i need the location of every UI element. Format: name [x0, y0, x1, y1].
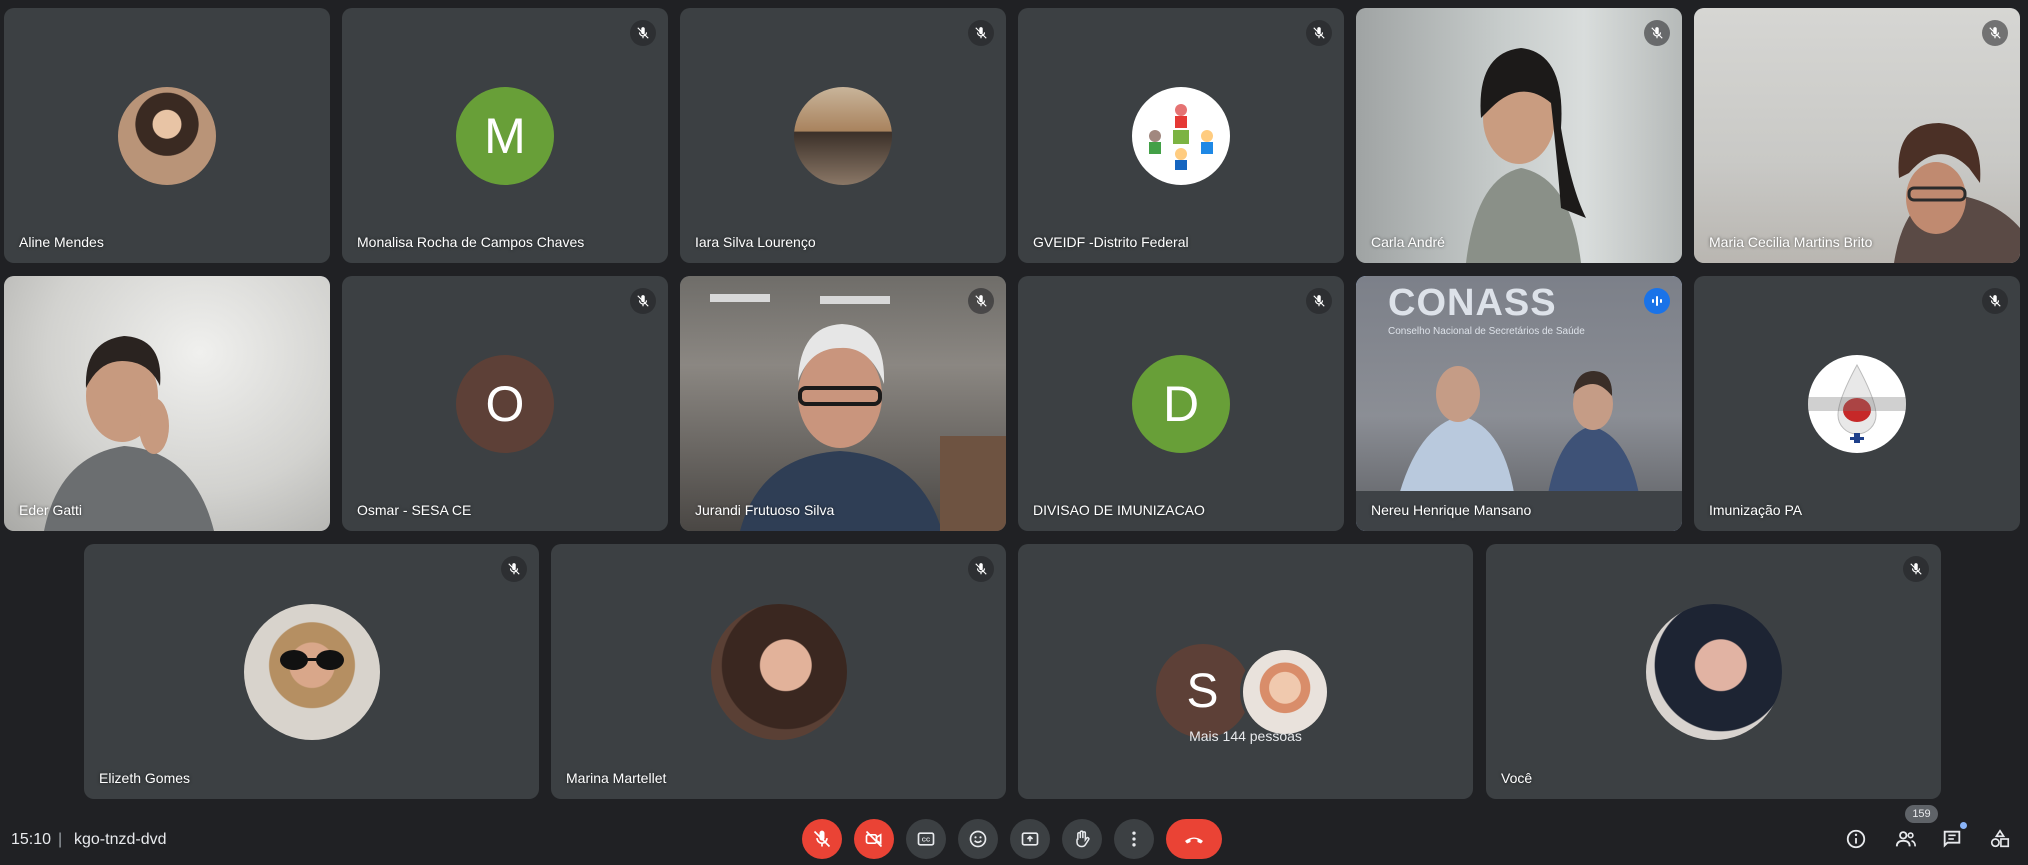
toggle-mic-button[interactable]	[802, 819, 842, 859]
participant-avatar	[794, 86, 892, 185]
present-screen-button[interactable]	[1010, 819, 1050, 859]
participant-video-tile[interactable]: Jurandi Frutuoso Silva	[680, 276, 1006, 531]
hand-icon	[1076, 830, 1090, 848]
mic-off-icon	[1306, 288, 1332, 314]
participant-name: Você	[1501, 770, 1533, 786]
participant-video-tile[interactable]: Carla André	[1356, 8, 1682, 263]
participant-avatar-letter: M	[456, 86, 554, 185]
self-avatar	[1645, 603, 1782, 740]
gveidf-logo	[1132, 86, 1230, 185]
more-participants-label: Mais 144 pessoas	[1189, 728, 1302, 744]
participant-tile[interactable]: Marina Martellet	[551, 544, 1006, 799]
emoji-icon	[969, 830, 987, 848]
self-tile[interactable]: Você	[1486, 544, 1941, 799]
participant-avatar	[710, 603, 847, 740]
participant-tile[interactable]: Elizeth Gomes	[84, 544, 539, 799]
captions-icon: CC	[917, 832, 935, 846]
participant-name: Nereu Henrique Mansano	[1371, 502, 1532, 518]
mic-off-icon	[1306, 20, 1332, 46]
participant-name: Marina Martellet	[566, 770, 667, 786]
more-vert-icon	[1132, 831, 1136, 847]
participant-name: DIVISAO DE IMUNIZACAO	[1033, 502, 1205, 518]
separator: |	[58, 831, 63, 848]
camera-off-icon	[865, 830, 883, 848]
imunizacao-pa-logo	[1808, 354, 1906, 453]
raise-hand-button[interactable]	[1062, 819, 1102, 859]
participant-avatar	[118, 86, 216, 185]
group-avatars: S	[1155, 644, 1336, 738]
participant-avatar	[1239, 647, 1330, 737]
participant-video-tile-speaking[interactable]: CONASS Conselho Nacional de Secretários …	[1356, 276, 1682, 531]
bottom-bar: 15:10 | kgo-tnzd-dvd CC 159	[0, 805, 2028, 865]
participant-tile[interactable]: Imunização PA	[1694, 276, 2020, 531]
mic-off-icon	[968, 288, 994, 314]
participant-name: Imunização PA	[1709, 502, 1803, 518]
participant-avatar-letter: O	[456, 354, 554, 453]
participant-name: Aline Mendes	[19, 234, 104, 250]
participant-name: Jurandi Frutuoso Silva	[695, 502, 835, 518]
participant-tile[interactable]: M Monalisa Rocha de Campos Chaves	[342, 8, 668, 263]
mic-off-icon	[1982, 288, 2008, 314]
mic-off-icon	[968, 20, 994, 46]
participant-video	[1694, 8, 2020, 263]
hang-up-icon	[1185, 837, 1203, 844]
participant-name: Monalisa Rocha de Campos Chaves	[357, 234, 585, 250]
mic-off-icon	[968, 556, 994, 582]
participant-video-tile[interactable]: Maria Cecilia Martins Brito	[1694, 8, 2020, 263]
meeting-details-button[interactable]	[1842, 825, 1870, 853]
participant-name: Iara Silva Lourenço	[695, 234, 816, 250]
info-icon	[1846, 829, 1866, 849]
mic-off-icon	[501, 556, 527, 582]
clock: 15:10	[11, 831, 52, 848]
chat-icon	[1943, 830, 1961, 848]
more-options-button[interactable]	[1114, 819, 1154, 859]
activities-button[interactable]	[1986, 825, 2014, 853]
leave-call-button[interactable]	[1166, 819, 1222, 859]
participant-tile[interactable]: O Osmar - SESA CE	[342, 276, 668, 531]
participant-tile[interactable]: Aline Mendes	[4, 8, 330, 263]
participant-video	[680, 276, 1006, 531]
people-button[interactable]	[1892, 825, 1920, 853]
participant-avatar-letter: S	[1155, 644, 1250, 738]
participant-name: Carla André	[1371, 234, 1445, 250]
mic-off-icon	[630, 288, 656, 314]
participant-count-badge: 159	[1905, 805, 1938, 823]
captions-button[interactable]: CC	[906, 819, 946, 859]
conass-logo: CONASS Conselho Nacional de Secretários …	[1388, 282, 1585, 337]
svg-text:CC: CC	[922, 838, 931, 844]
participant-tile[interactable]: GVEIDF -Distrito Federal	[1018, 8, 1344, 263]
present-icon	[1021, 832, 1039, 846]
chat-button[interactable]	[1938, 825, 1966, 853]
chat-notification-dot	[1960, 822, 1967, 829]
participant-video	[1356, 8, 1682, 263]
participant-name: Elizeth Gomes	[99, 770, 191, 786]
participant-avatar	[243, 603, 380, 740]
mic-off-icon	[1903, 556, 1929, 582]
participant-name: Eder Gatti	[19, 502, 83, 518]
people-icon	[1895, 831, 1916, 847]
participant-tile[interactable]: D DIVISAO DE IMUNIZACAO	[1018, 276, 1344, 531]
mic-off-icon	[1982, 20, 2008, 46]
participant-video-tile[interactable]: Eder Gatti	[4, 276, 330, 531]
mic-off-icon	[1644, 20, 1670, 46]
mic-off-icon	[630, 20, 656, 46]
participants-group-tile[interactable]: S Mais 144 pessoas	[1018, 544, 1473, 799]
speaking-indicator-icon	[1644, 288, 1670, 314]
participant-name: Maria Cecilia Martins Brito	[1709, 234, 1873, 250]
reactions-button[interactable]	[958, 819, 998, 859]
participant-avatar-letter: D	[1132, 354, 1230, 453]
meeting-code: kgo-tnzd-dvd	[74, 831, 167, 848]
participant-name: GVEIDF -Distrito Federal	[1033, 234, 1189, 250]
participant-video	[4, 276, 330, 531]
activities-icon	[1990, 829, 2010, 848]
mic-off-icon	[813, 830, 831, 848]
participant-name: Osmar - SESA CE	[357, 502, 472, 518]
participant-tile[interactable]: Iara Silva Lourenço	[680, 8, 1006, 263]
toggle-camera-button[interactable]	[854, 819, 894, 859]
